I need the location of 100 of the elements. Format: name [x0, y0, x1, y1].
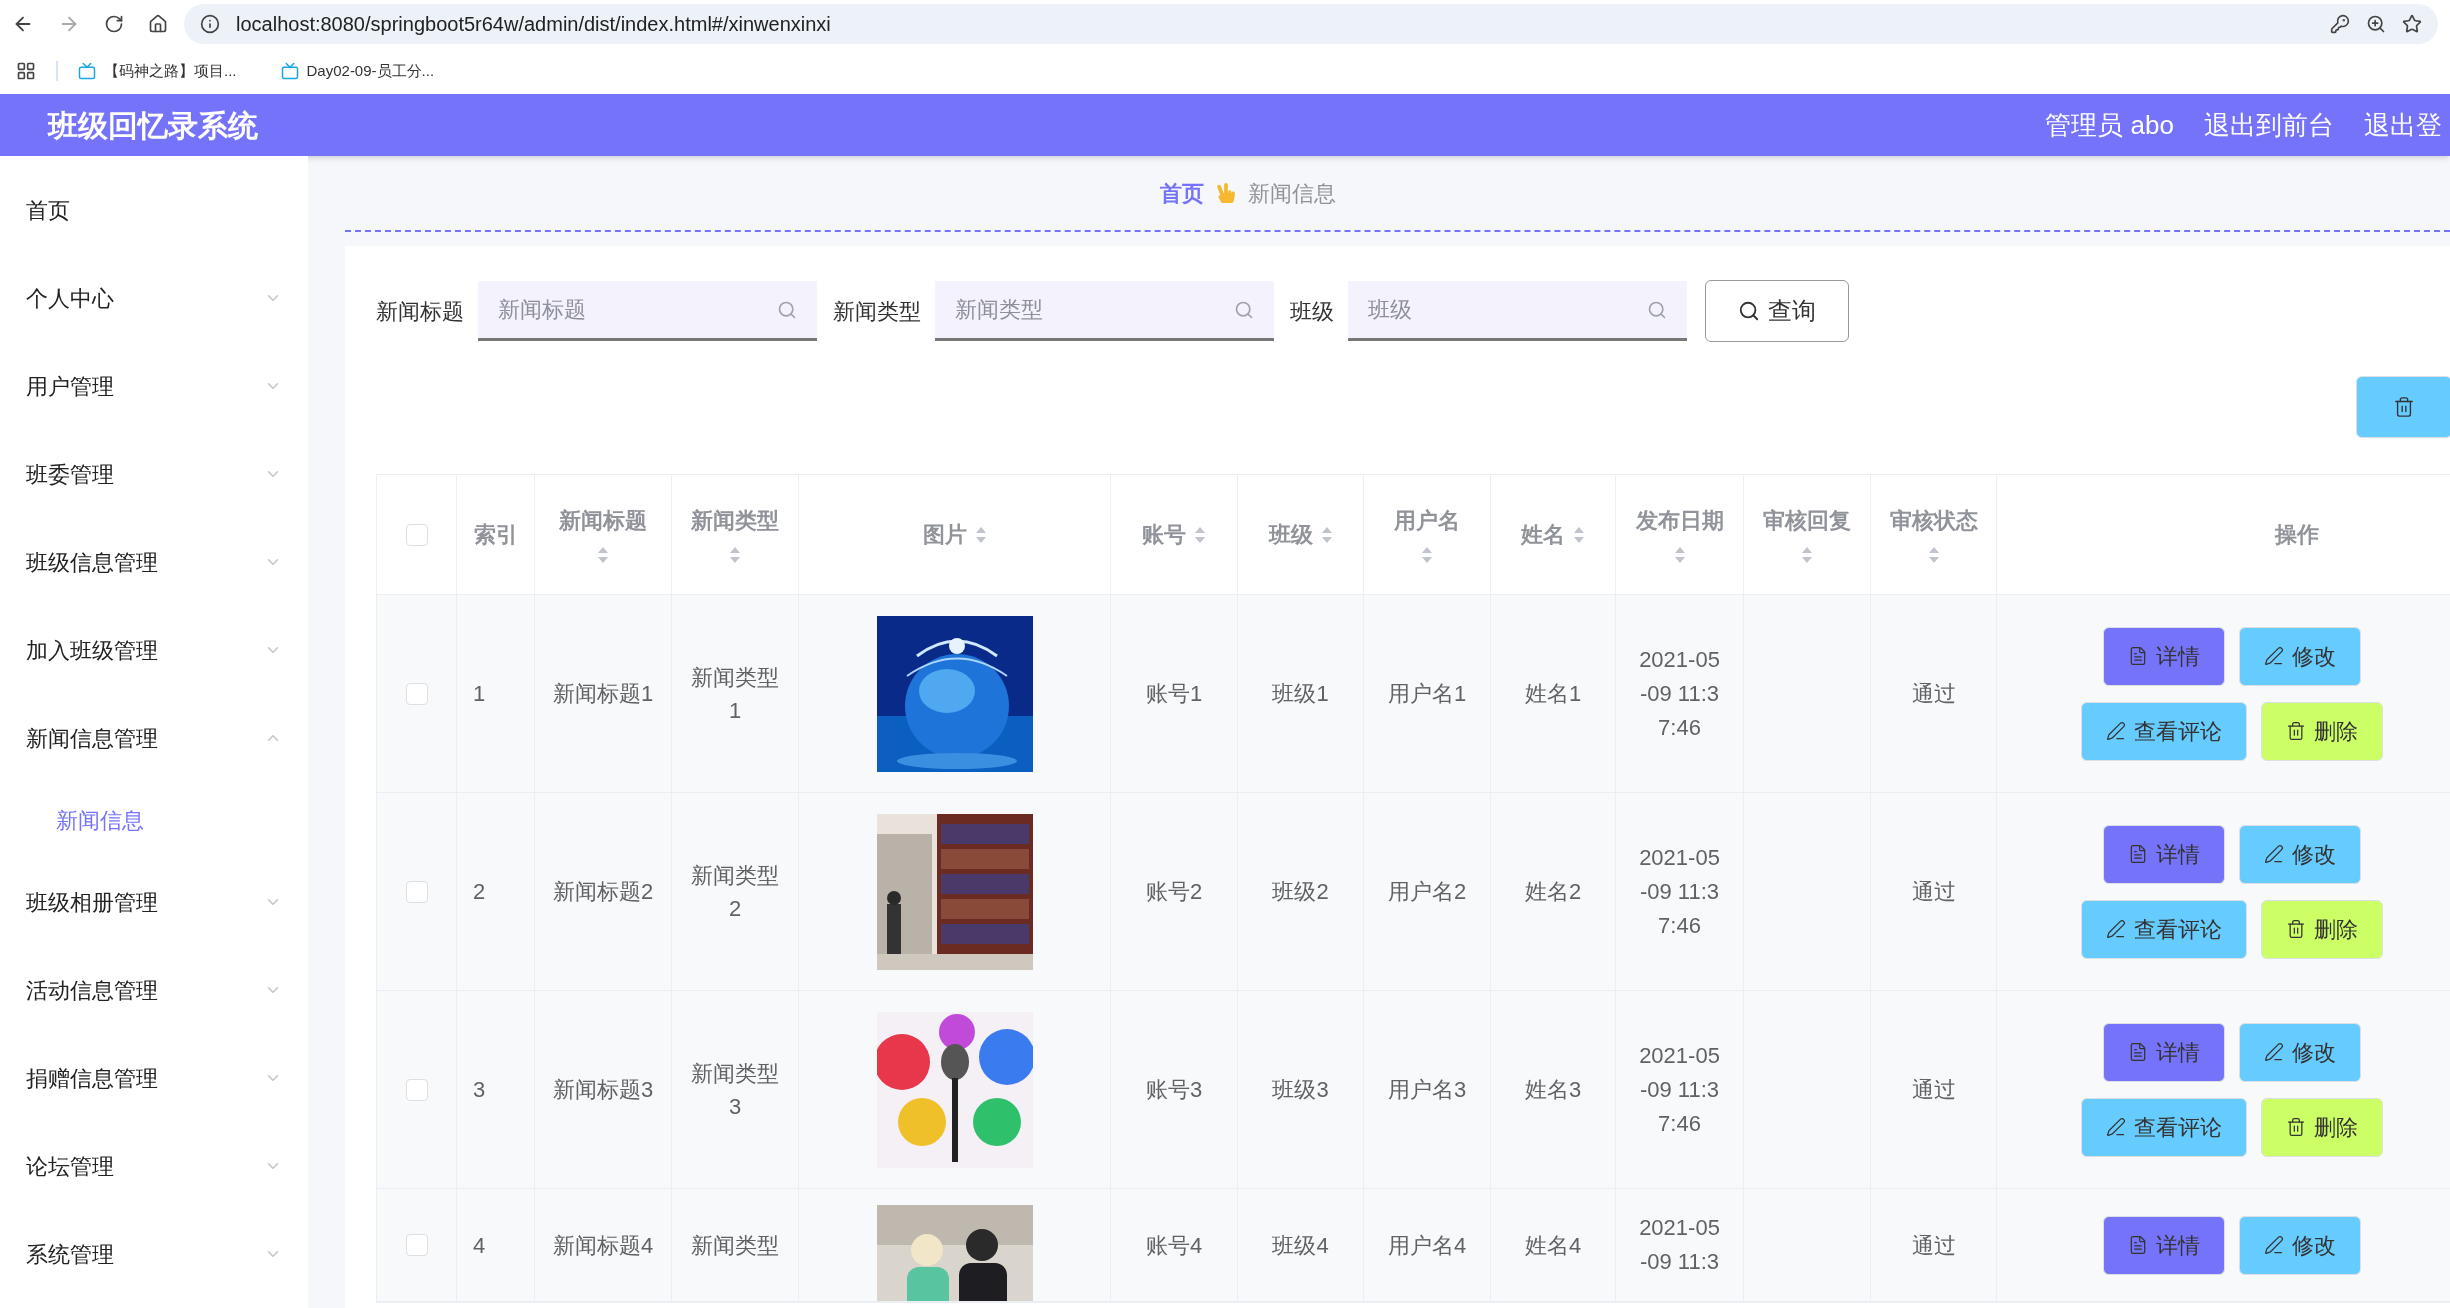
address-bar[interactable]: localhost:8080/springboot5r64w/admin/dist/index.html#/xinwenxinxi — [184, 4, 2438, 44]
table-cell-text: 4 — [473, 1231, 486, 1260]
sort-icon[interactable] — [1421, 545, 1433, 565]
table-cell-text: 姓名4 — [1524, 1231, 1582, 1260]
sort-icon[interactable] — [1801, 545, 1813, 565]
sidebar-item[interactable]: 首页 — [0, 166, 308, 254]
checkbox[interactable] — [405, 1234, 428, 1256]
hand-icon — [1215, 183, 1236, 203]
search-icon — [1738, 300, 1760, 322]
table-cell-text: 2021-05-09 11:3 — [1638, 1214, 1721, 1276]
table-cell-text: 姓名2 — [1524, 878, 1582, 906]
sidebar-item[interactable]: 论坛管理 — [0, 1122, 308, 1210]
info-icon[interactable] — [200, 14, 220, 34]
pencil-icon — [2105, 919, 2126, 939]
table-cell-text: 新闻类型1 — [690, 663, 780, 725]
reload-icon[interactable] — [104, 14, 124, 34]
column-header: 操作 — [2274, 521, 2319, 549]
app-title: 班级回忆录系统 — [48, 107, 258, 144]
table-cell-text: 班级3 — [1272, 1076, 1329, 1104]
delete-button[interactable]: 删除 — [2260, 899, 2383, 959]
sidebar-item[interactable]: 新闻信息管理 — [0, 694, 308, 782]
table-cell-text: 姓名1 — [1524, 680, 1582, 708]
search-icon — [1234, 300, 1254, 320]
pencil-icon — [2263, 1235, 2284, 1255]
bookmark[interactable]: Day02-09-员工分... — [280, 59, 435, 83]
sidebar-item[interactable]: 班级相册管理 — [0, 858, 308, 946]
table-cell-text: 2021-05-09 11:37:46 — [1638, 843, 1721, 940]
sidebar-item[interactable]: 用户管理 — [0, 342, 308, 430]
sidebar-item[interactable]: 班级信息管理 — [0, 518, 308, 606]
table-cell-text: 3 — [473, 1076, 486, 1104]
sidebar-item[interactable]: 活动信息管理 — [0, 946, 308, 1034]
edit-button[interactable]: 修改 — [2238, 824, 2361, 884]
comment-button[interactable]: 查看评论 — [2080, 899, 2247, 959]
home-icon[interactable] — [148, 14, 168, 34]
checkbox[interactable] — [405, 880, 428, 903]
table-cell-text: 新闻标题4 — [552, 1231, 654, 1260]
sidebar-item[interactable]: 个人中心 — [0, 254, 308, 342]
star-icon[interactable] — [2402, 14, 2422, 34]
table-cell-text: 新闻标题2 — [552, 878, 654, 906]
sidebar-item[interactable]: 班委管理 — [0, 430, 308, 518]
edit-button[interactable]: 修改 — [2238, 626, 2361, 686]
checkbox[interactable] — [405, 1078, 428, 1101]
search-field[interactable]: 新闻标题 — [478, 281, 817, 341]
delete-button[interactable]: 删除 — [2260, 1097, 2383, 1157]
pencil-icon — [2263, 1042, 2284, 1062]
table-cell-text: 通过 — [1911, 680, 1956, 708]
pencil-icon — [2263, 646, 2284, 666]
table-cell-text: 新闻类型3 — [690, 1059, 780, 1121]
table-cell-text: 用户名3 — [1387, 1076, 1467, 1104]
sort-icon[interactable] — [1927, 545, 1940, 565]
table-cell-text: 账号3 — [1145, 1076, 1203, 1104]
tv-icon — [78, 62, 96, 80]
apps-icon[interactable] — [16, 61, 36, 81]
table-cell-text: 用户名2 — [1387, 878, 1467, 906]
field-label: 新闻类型 — [833, 297, 921, 326]
table-cell-text: 通过 — [1911, 1076, 1956, 1104]
table-cell-text: 新闻标题3 — [552, 1076, 654, 1104]
table-cell-text: 新闻类型 — [691, 1231, 779, 1260]
sidebar-subitem[interactable]: 新闻信息 — [0, 782, 308, 858]
query-button[interactable]: 查询 — [1705, 280, 1849, 342]
pencil-icon — [2105, 721, 2126, 741]
table-cell-text: 2021-05-09 11:37:46 — [1638, 645, 1721, 742]
delete-button[interactable] — [2356, 376, 2450, 438]
table-cell-text: 用户名1 — [1387, 680, 1467, 708]
search-field[interactable]: 班级 — [1348, 281, 1687, 341]
table-cell-text: 班级1 — [1272, 680, 1329, 708]
sort-icon[interactable] — [729, 545, 741, 565]
comment-button[interactable]: 查看评论 — [2080, 701, 2247, 761]
search-icon — [777, 300, 797, 320]
table-cell-text: 账号4 — [1145, 1231, 1203, 1260]
pencil-icon — [2105, 1117, 2126, 1137]
sidebar-item[interactable]: 系统管理 — [0, 1210, 308, 1298]
table-cell-text: 账号2 — [1145, 878, 1203, 906]
bookmark[interactable]: 【码神之路】项目... — [78, 59, 237, 83]
checkbox[interactable] — [405, 523, 428, 546]
table-cell-text: 新闻标题1 — [552, 680, 654, 708]
header-link[interactable]: 退出登 — [2364, 105, 2442, 145]
edit-button[interactable]: 修改 — [2238, 1215, 2361, 1275]
search-field[interactable]: 新闻类型 — [935, 281, 1274, 341]
table-cell-text: 2021-05-09 11:37:46 — [1638, 1041, 1721, 1138]
edit-button[interactable]: 修改 — [2238, 1022, 2361, 1082]
zoom-icon[interactable] — [2366, 14, 2386, 34]
sidebar-item[interactable]: 加入班级管理 — [0, 606, 308, 694]
header-link[interactable]: 退出到前台 — [2204, 105, 2334, 145]
header-link[interactable]: 管理员 abo — [2045, 105, 2174, 145]
delete-button[interactable]: 删除 — [2260, 701, 2383, 761]
table-cell-text: 班级2 — [1272, 878, 1329, 906]
column-header: 索引 — [473, 521, 518, 549]
sort-icon[interactable] — [597, 545, 609, 565]
tv-icon — [280, 62, 299, 80]
sidebar-item[interactable]: 捐赠信息管理 — [0, 1034, 308, 1122]
checkbox[interactable] — [405, 682, 428, 705]
table-cell-text: 账号1 — [1145, 680, 1203, 708]
trash-icon — [2285, 721, 2306, 741]
sort-icon[interactable] — [1673, 545, 1686, 565]
key-icon[interactable] — [2330, 14, 2350, 34]
comment-button[interactable]: 查看评论 — [2080, 1097, 2247, 1157]
field-label: 新闻标题 — [376, 297, 464, 326]
search-icon — [1647, 300, 1667, 320]
pencil-icon — [2263, 844, 2284, 864]
